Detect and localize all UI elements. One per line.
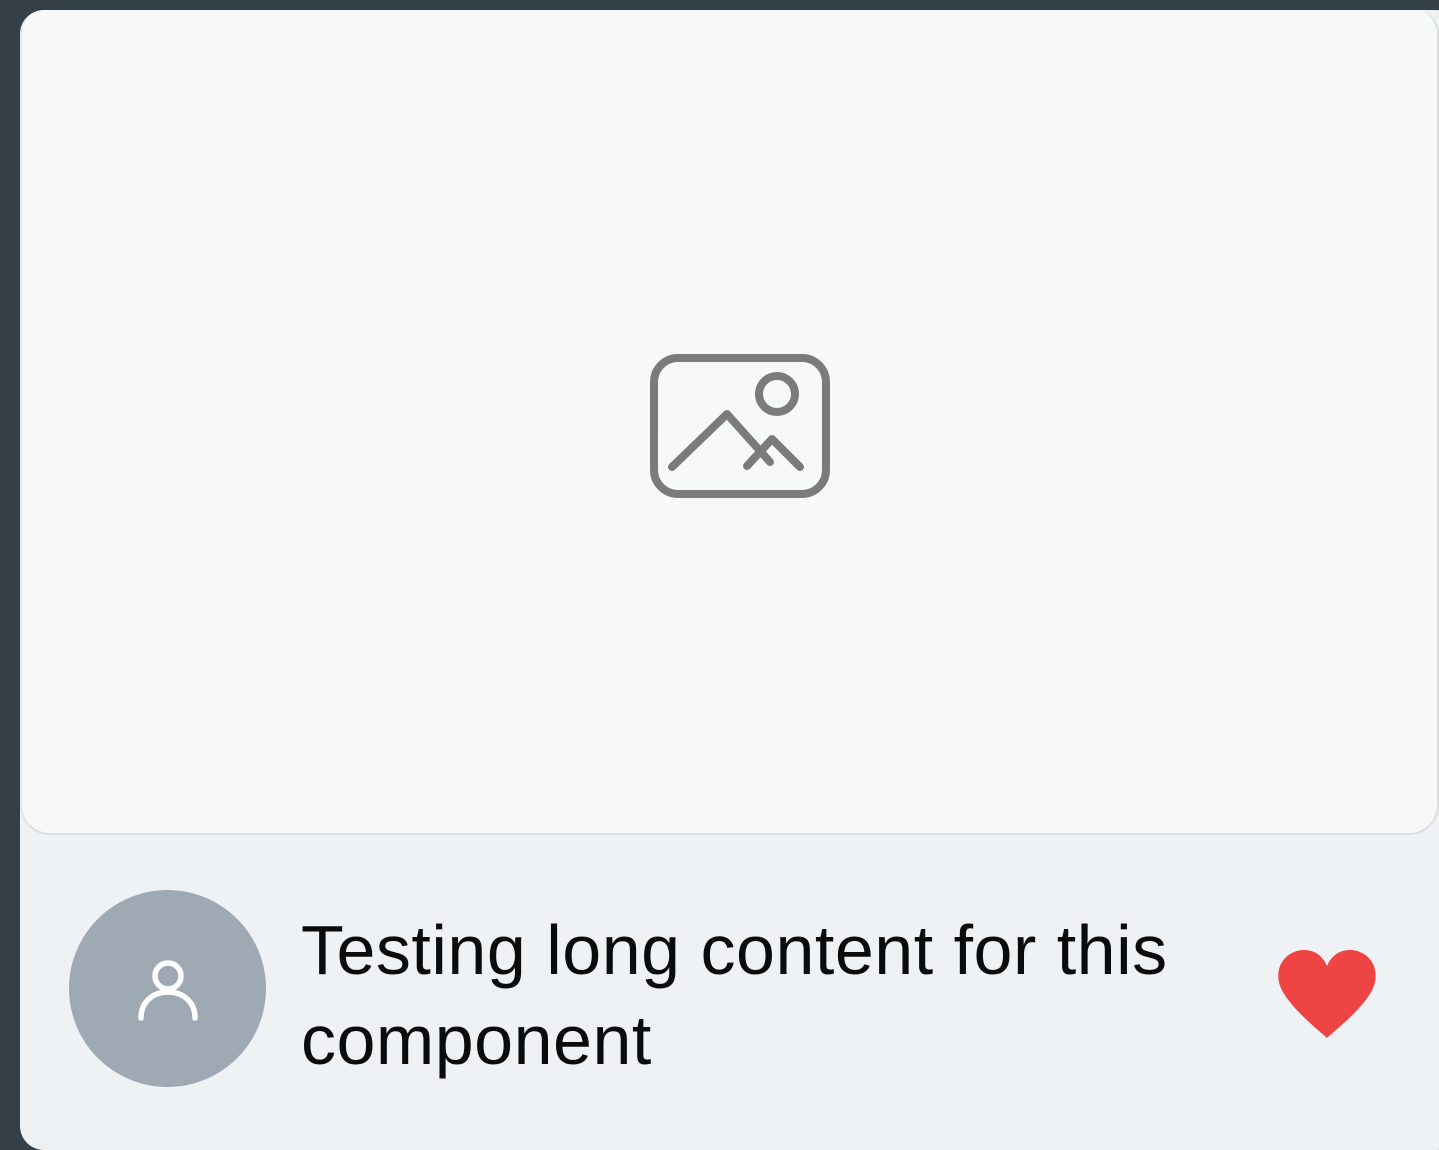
content-card[interactable]: Testing long content for this component (20, 10, 1439, 1150)
like-button[interactable] (1275, 948, 1379, 1041)
media-placeholder (20, 10, 1439, 835)
card-title: Testing long content for this component (301, 911, 1168, 1079)
heart-icon (1278, 950, 1376, 1038)
user-icon (138, 960, 198, 1021)
avatar[interactable] (69, 890, 266, 1087)
image-placeholder-icon (650, 354, 830, 498)
card-footer: Testing long content for this component (20, 835, 1439, 1135)
